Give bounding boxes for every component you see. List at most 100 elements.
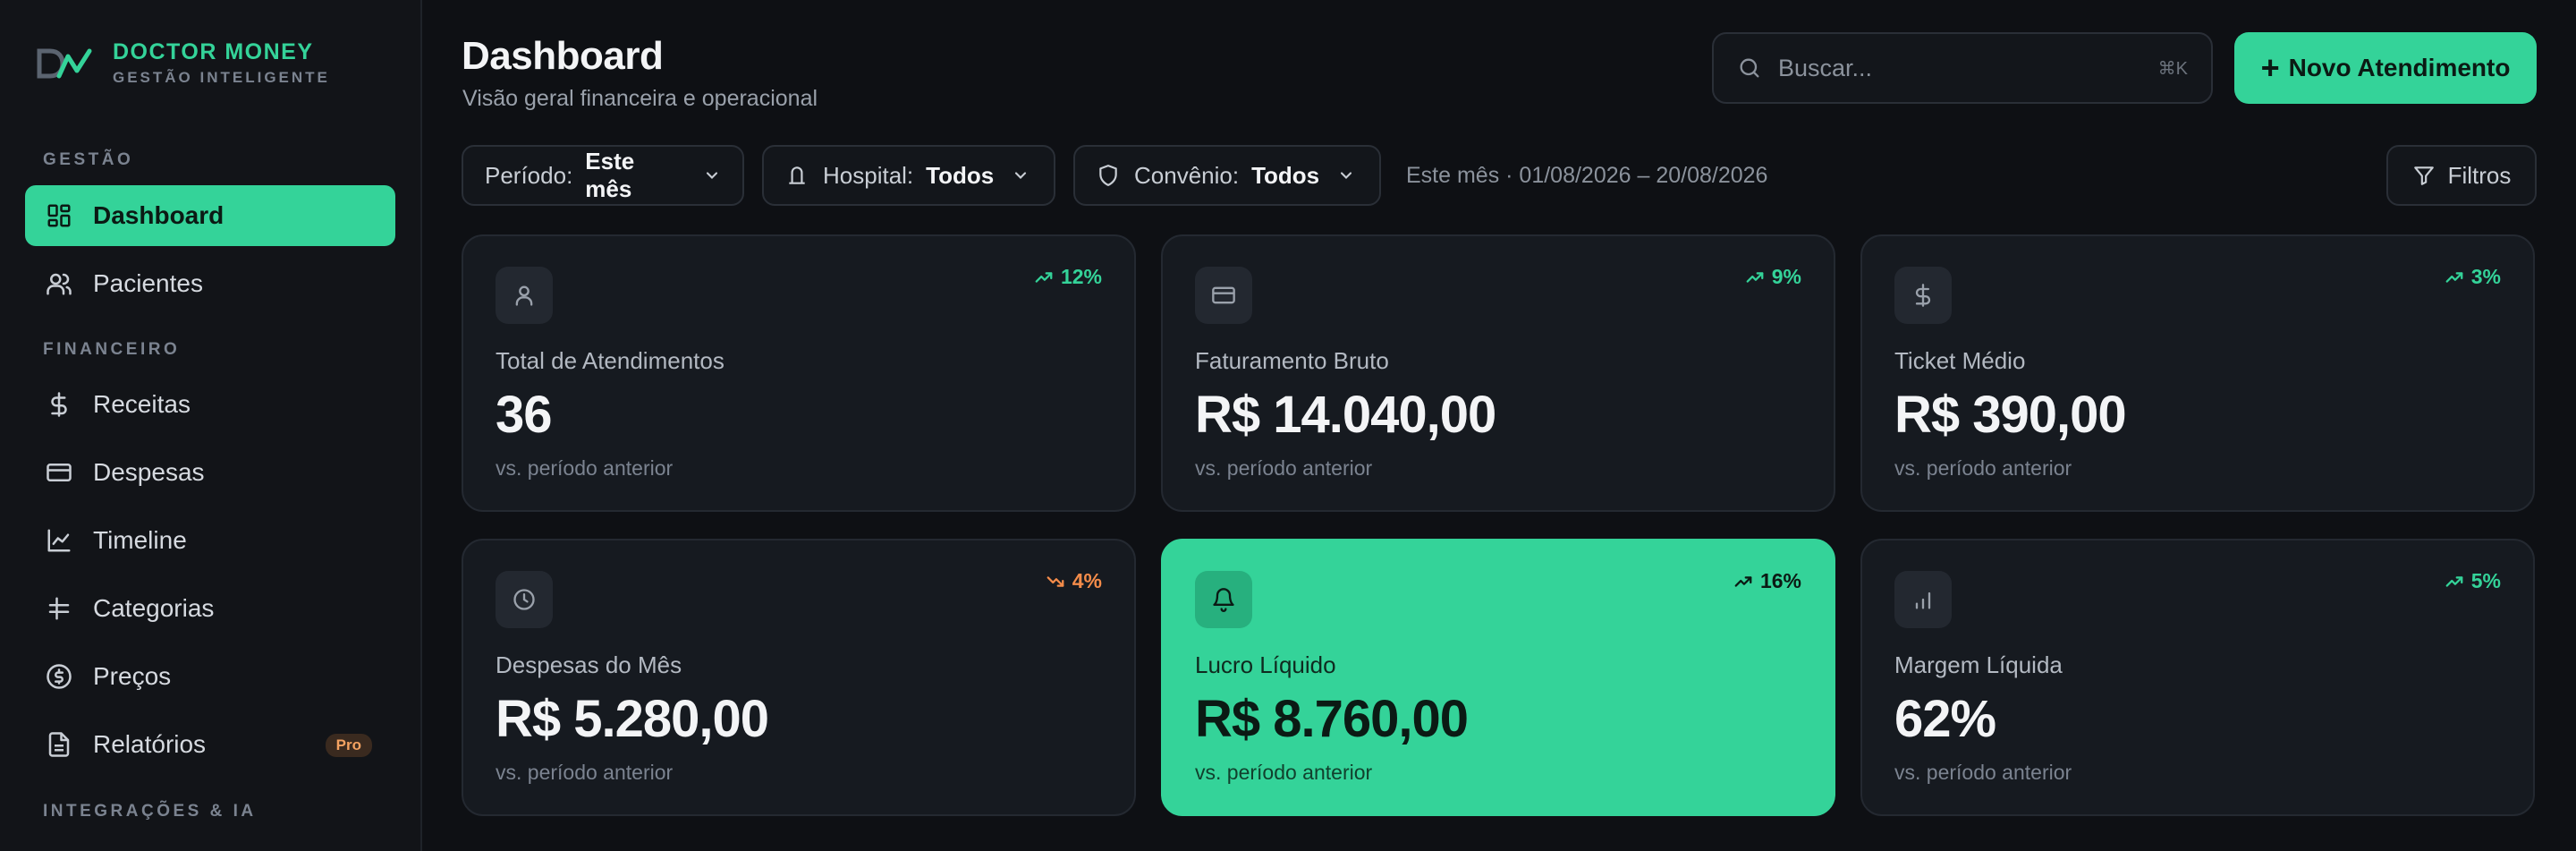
users-icon	[45, 269, 73, 298]
filters-button-label: Filtros	[2447, 161, 2512, 189]
search-input[interactable]	[1778, 54, 2118, 82]
search-box[interactable]: ⌘K	[1712, 32, 2213, 104]
sidebar-item-relatorios[interactable]: Relatórios Pro	[25, 714, 395, 775]
trend-up-icon	[2445, 575, 2463, 587]
sidebar-item-label: Despesas	[93, 458, 205, 486]
sidebar: DOCTOR MONEY GESTÃO INTELIGENTE GESTÃO D…	[0, 0, 422, 851]
sidebar-item-label: Pacientes	[93, 269, 203, 297]
hospital-filter-value: Todos	[926, 161, 995, 189]
kpi-label: Total de Atendimentos	[496, 347, 724, 374]
trend-value: 12%	[1060, 265, 1102, 288]
filter-icon	[2412, 164, 2436, 187]
trend-value: 9%	[1771, 265, 1801, 288]
kpi-label: Margem Líquida	[1894, 651, 2063, 678]
sidebar-item-timeline[interactable]: Timeline	[25, 510, 395, 571]
new-appointment-button[interactable]: + Novo Atendimento	[2234, 32, 2537, 104]
section-label-financeiro: FINANCEIRO	[43, 340, 181, 359]
grid-icon	[45, 201, 73, 230]
sidebar-item-dashboard[interactable]: Dashboard	[25, 185, 395, 246]
line-chart-icon	[45, 526, 73, 555]
hash-icon	[45, 594, 73, 623]
kpi-comparison: vs. período anterior	[1894, 456, 2072, 480]
filters-button[interactable]: Filtros	[2386, 145, 2537, 206]
period-filter[interactable]: Período: Este mês	[462, 145, 744, 206]
brand-logo	[37, 48, 92, 78]
chevron-down-icon	[703, 166, 721, 184]
file-icon	[45, 730, 73, 759]
period-filter-value: Este mês	[585, 148, 635, 202]
brand[interactable]: DOCTOR MONEY GESTÃO INTELIGENTE	[36, 39, 330, 87]
sidebar-item-label: Timeline	[93, 526, 187, 554]
section-label-gestao: GESTÃO	[43, 150, 134, 169]
dollar-icon	[45, 390, 73, 419]
trend-badge: 4%	[1046, 569, 1102, 593]
trend-badge: 3%	[2445, 265, 2501, 289]
trend-value: 16%	[1759, 569, 1801, 592]
page-title: Dashboard	[462, 34, 664, 78]
bar-chart-icon	[1894, 571, 1952, 628]
clock-icon	[496, 571, 553, 628]
circle-dollar-icon	[45, 662, 73, 691]
credit-card-icon	[45, 458, 73, 487]
kpi-comparison: vs. período anterior	[1195, 456, 1373, 480]
kpi-value: R$ 14.040,00	[1195, 386, 1496, 444]
trend-up-icon	[2445, 271, 2463, 283]
kpi-value: 36	[496, 386, 553, 444]
trend-badge: 12%	[1034, 265, 1102, 289]
sidebar-item-label: Relatórios	[93, 730, 207, 758]
hospital-filter-label: Hospital:	[823, 161, 914, 189]
kpi-label: Despesas do Mês	[496, 651, 682, 678]
kpi-card-ticket-medio[interactable]: 3% Ticket Médio R$ 390,00 vs. período an…	[1860, 234, 2535, 512]
kpi-label: Lucro Líquido	[1195, 651, 1336, 678]
trend-badge: 5%	[2445, 569, 2501, 593]
new-appointment-label: Novo Atendimento	[2288, 54, 2511, 81]
sidebar-item-categorias[interactable]: Categorias	[25, 578, 395, 639]
kpi-value: R$ 390,00	[1894, 386, 2127, 444]
kpi-comparison: vs. período anterior	[1195, 761, 1373, 784]
search-shortcut: ⌘K	[2157, 59, 2188, 79]
chevron-down-icon	[1337, 166, 1355, 184]
convenio-filter[interactable]: Convênio: Todos	[1073, 145, 1381, 206]
sidebar-item-pacientes[interactable]: Pacientes	[25, 253, 395, 314]
kpi-card-atendimentos[interactable]: 12% Total de Atendimentos 36 vs. período…	[462, 234, 1136, 512]
search-icon	[1737, 55, 1762, 81]
sidebar-item-label: Preços	[93, 662, 172, 690]
kpi-value: R$ 5.280,00	[496, 690, 769, 748]
convenio-filter-label: Convênio:	[1134, 161, 1240, 189]
bell-icon	[1195, 571, 1252, 628]
trend-up-icon	[1035, 271, 1053, 283]
dollar-icon	[1894, 267, 1952, 324]
kpi-card-despesas[interactable]: 4% Despesas do Mês R$ 5.280,00 vs. perío…	[462, 539, 1136, 816]
kpi-card-faturamento[interactable]: 9% Faturamento Bruto R$ 14.040,00 vs. pe…	[1161, 234, 1835, 512]
plus-icon: +	[2260, 49, 2280, 86]
user-icon	[496, 267, 553, 324]
kpi-value: 62%	[1894, 690, 1996, 748]
kpi-comparison: vs. período anterior	[496, 761, 674, 784]
sidebar-item-despesas[interactable]: Despesas	[25, 442, 395, 503]
trend-value: 4%	[1072, 569, 1102, 592]
sidebar-item-precos[interactable]: Preços	[25, 646, 395, 707]
period-filter-label: Período:	[485, 161, 573, 189]
trend-up-icon	[1746, 271, 1764, 283]
sidebar-item-label: Receitas	[93, 390, 191, 418]
section-label-integracoes: INTEGRAÇÕES & IA	[43, 802, 257, 821]
sidebar-item-receitas[interactable]: Receitas	[25, 374, 395, 435]
kpi-card-margem-liquida[interactable]: 5% Margem Líquida 62% vs. período anteri…	[1860, 539, 2535, 816]
sidebar-item-label: Categorias	[93, 594, 215, 622]
date-range: Este mês · 01/08/2026 – 20/08/2026	[1406, 163, 1768, 188]
trend-down-icon	[1046, 575, 1064, 587]
kpi-comparison: vs. período anterior	[1894, 761, 2072, 784]
hospital-filter[interactable]: Hospital: Todos	[762, 145, 1055, 206]
kpi-card-lucro-liquido[interactable]: 16% Lucro Líquido R$ 8.760,00 vs. períod…	[1161, 539, 1835, 816]
trend-badge: 16%	[1733, 569, 1801, 593]
kpi-comparison: vs. período anterior	[496, 456, 674, 480]
kpi-label: Ticket Médio	[1894, 347, 2026, 374]
chevron-down-icon	[1012, 166, 1030, 184]
kpi-label: Faturamento Bruto	[1195, 347, 1389, 374]
credit-card-icon	[1195, 267, 1252, 324]
brand-name: DOCTOR MONEY	[113, 39, 314, 64]
shield-icon	[1097, 164, 1120, 187]
sidebar-item-label: Dashboard	[93, 201, 225, 229]
trend-badge: 9%	[1745, 265, 1801, 289]
brand-tagline: GESTÃO INTELIGENTE	[113, 69, 330, 86]
